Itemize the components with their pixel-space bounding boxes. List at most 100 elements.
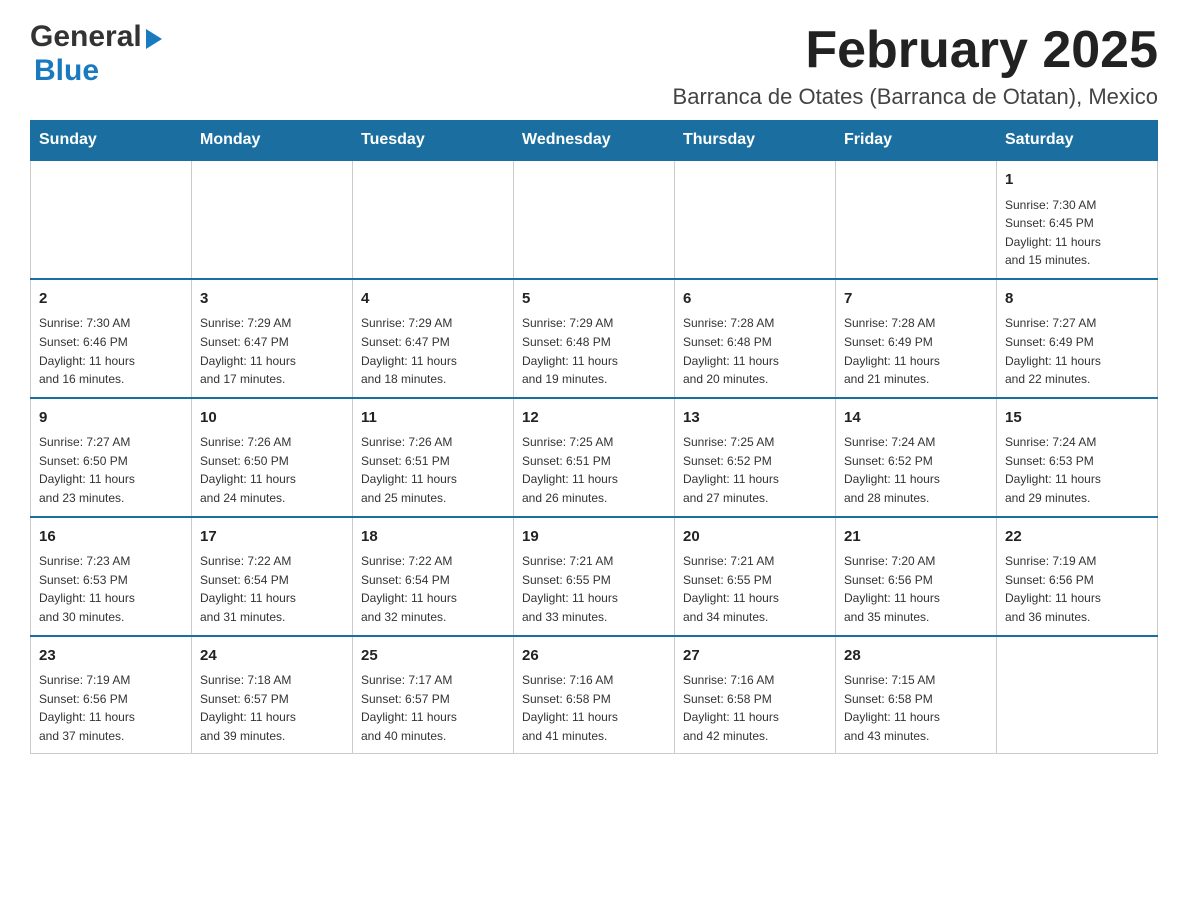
calendar-day-cell: 15 Sunrise: 7:24 AMSunset: 6:53 PMDayligh… [997, 398, 1158, 517]
calendar-day-cell [353, 160, 514, 279]
calendar-day-cell [192, 160, 353, 279]
calendar-day-cell: 13 Sunrise: 7:25 AMSunset: 6:52 PMDayligh… [675, 398, 836, 517]
calendar-day-cell: 24 Sunrise: 7:18 AMSunset: 6:57 PMDayligh… [192, 636, 353, 754]
day-number: 17 [200, 526, 344, 549]
day-info: Sunrise: 7:25 AMSunset: 6:51 PMDaylight:… [522, 433, 666, 507]
location-title: Barranca de Otates (Barranca de Otatan),… [673, 84, 1158, 110]
day-info: Sunrise: 7:19 AMSunset: 6:56 PMDaylight:… [39, 671, 183, 745]
month-title: February 2025 [673, 20, 1158, 80]
day-info: Sunrise: 7:17 AMSunset: 6:57 PMDaylight:… [361, 671, 505, 745]
calendar-week-row: 1Sunrise: 7:30 AMSunset: 6:45 PMDaylight… [31, 160, 1158, 279]
day-info: Sunrise: 7:16 AMSunset: 6:58 PMDaylight:… [683, 671, 827, 745]
day-info: Sunrise: 7:22 AMSunset: 6:54 PMDaylight:… [200, 552, 344, 626]
day-info: Sunrise: 7:28 AMSunset: 6:49 PMDaylight:… [844, 314, 988, 388]
day-info: Sunrise: 7:24 AMSunset: 6:53 PMDaylight:… [1005, 433, 1149, 507]
day-info: Sunrise: 7:21 AMSunset: 6:55 PMDaylight:… [683, 552, 827, 626]
day-info: Sunrise: 7:20 AMSunset: 6:56 PMDaylight:… [844, 552, 988, 626]
day-number: 7 [844, 288, 988, 311]
day-info: Sunrise: 7:23 AMSunset: 6:53 PMDaylight:… [39, 552, 183, 626]
calendar-day-cell: 19Sunrise: 7:21 AMSunset: 6:55 PMDayligh… [514, 517, 675, 636]
day-info: Sunrise: 7:27 AMSunset: 6:49 PMDaylight:… [1005, 314, 1149, 388]
day-info: Sunrise: 7:19 AMSunset: 6:56 PMDaylight:… [1005, 552, 1149, 626]
day-info: Sunrise: 7:30 AMSunset: 6:45 PMDaylight:… [1005, 196, 1149, 270]
day-number: 5 [522, 288, 666, 311]
day-info: Sunrise: 7:29 AMSunset: 6:47 PMDaylight:… [200, 314, 344, 388]
calendar-day-cell: 18 Sunrise: 7:22 AMSunset: 6:54 PMDayligh… [353, 517, 514, 636]
day-info: Sunrise: 7:25 AMSunset: 6:52 PMDaylight:… [683, 433, 827, 507]
calendar-week-row: 16 Sunrise: 7:23 AMSunset: 6:53 PMDayligh… [31, 517, 1158, 636]
calendar-day-cell: 21Sunrise: 7:20 AMSunset: 6:56 PMDayligh… [836, 517, 997, 636]
day-number: 27 [683, 645, 827, 668]
day-number: 23 [39, 645, 183, 668]
calendar-header: SundayMondayTuesdayWednesdayThursdayFrid… [31, 121, 1158, 161]
calendar-day-cell: 27 Sunrise: 7:16 AMSunset: 6:58 PMDayligh… [675, 636, 836, 754]
calendar-day-cell: 10 Sunrise: 7:26 AMSunset: 6:50 PMDayligh… [192, 398, 353, 517]
calendar-table: SundayMondayTuesdayWednesdayThursdayFrid… [30, 120, 1158, 754]
day-info: Sunrise: 7:26 AMSunset: 6:50 PMDaylight:… [200, 433, 344, 507]
calendar-week-row: 9 Sunrise: 7:27 AMSunset: 6:50 PMDaylight… [31, 398, 1158, 517]
calendar-day-cell: 8 Sunrise: 7:27 AMSunset: 6:49 PMDaylight… [997, 279, 1158, 398]
calendar-day-cell [836, 160, 997, 279]
day-number: 3 [200, 288, 344, 311]
day-number: 8 [1005, 288, 1149, 311]
day-number: 28 [844, 645, 988, 668]
day-info: Sunrise: 7:27 AMSunset: 6:50 PMDaylight:… [39, 433, 183, 507]
calendar-week-row: 2Sunrise: 7:30 AMSunset: 6:46 PMDaylight… [31, 279, 1158, 398]
calendar-day-cell: 26 Sunrise: 7:16 AMSunset: 6:58 PMDayligh… [514, 636, 675, 754]
calendar-day-cell: 14 Sunrise: 7:24 AMSunset: 6:52 PMDayligh… [836, 398, 997, 517]
calendar-day-cell [31, 160, 192, 279]
day-info: Sunrise: 7:28 AMSunset: 6:48 PMDaylight:… [683, 314, 827, 388]
day-of-week-header: Saturday [997, 121, 1158, 161]
logo-blue-text: Blue [34, 54, 162, 88]
day-of-week-header: Thursday [675, 121, 836, 161]
day-number: 26 [522, 645, 666, 668]
day-number: 24 [200, 645, 344, 668]
day-info: Sunrise: 7:16 AMSunset: 6:58 PMDaylight:… [522, 671, 666, 745]
day-info: Sunrise: 7:18 AMSunset: 6:57 PMDaylight:… [200, 671, 344, 745]
day-info: Sunrise: 7:30 AMSunset: 6:46 PMDaylight:… [39, 314, 183, 388]
calendar-day-cell: 23 Sunrise: 7:19 AMSunset: 6:56 PMDayligh… [31, 636, 192, 754]
calendar-day-cell: 2Sunrise: 7:30 AMSunset: 6:46 PMDaylight… [31, 279, 192, 398]
day-of-week-header: Monday [192, 121, 353, 161]
calendar-day-cell: 11 Sunrise: 7:26 AMSunset: 6:51 PMDayligh… [353, 398, 514, 517]
logo-triangle-icon [146, 29, 162, 49]
day-number: 13 [683, 407, 827, 430]
day-number: 22 [1005, 526, 1149, 549]
day-info: Sunrise: 7:26 AMSunset: 6:51 PMDaylight:… [361, 433, 505, 507]
calendar-day-cell: 9 Sunrise: 7:27 AMSunset: 6:50 PMDaylight… [31, 398, 192, 517]
calendar-header-row: SundayMondayTuesdayWednesdayThursdayFrid… [31, 121, 1158, 161]
day-info: Sunrise: 7:24 AMSunset: 6:52 PMDaylight:… [844, 433, 988, 507]
title-section: February 2025 Barranca de Otates (Barran… [673, 20, 1158, 110]
day-info: Sunrise: 7:15 AMSunset: 6:58 PMDaylight:… [844, 671, 988, 745]
day-number: 15 [1005, 407, 1149, 430]
day-number: 4 [361, 288, 505, 311]
calendar-day-cell: 6 Sunrise: 7:28 AMSunset: 6:48 PMDaylight… [675, 279, 836, 398]
day-info: Sunrise: 7:29 AMSunset: 6:48 PMDaylight:… [522, 314, 666, 388]
calendar-day-cell: 3 Sunrise: 7:29 AMSunset: 6:47 PMDaylight… [192, 279, 353, 398]
day-info: Sunrise: 7:29 AMSunset: 6:47 PMDaylight:… [361, 314, 505, 388]
calendar-day-cell: 5 Sunrise: 7:29 AMSunset: 6:48 PMDaylight… [514, 279, 675, 398]
day-number: 25 [361, 645, 505, 668]
day-number: 9 [39, 407, 183, 430]
day-number: 11 [361, 407, 505, 430]
day-of-week-header: Sunday [31, 121, 192, 161]
calendar-day-cell [675, 160, 836, 279]
day-number: 10 [200, 407, 344, 430]
calendar-day-cell: 17 Sunrise: 7:22 AMSunset: 6:54 PMDayligh… [192, 517, 353, 636]
calendar-day-cell [997, 636, 1158, 754]
day-of-week-header: Tuesday [353, 121, 514, 161]
day-number: 19 [522, 526, 666, 549]
page-header: General Blue February 2025 Barranca de O… [30, 20, 1158, 110]
calendar-week-row: 23 Sunrise: 7:19 AMSunset: 6:56 PMDayligh… [31, 636, 1158, 754]
day-number: 14 [844, 407, 988, 430]
day-info: Sunrise: 7:22 AMSunset: 6:54 PMDaylight:… [361, 552, 505, 626]
day-of-week-header: Wednesday [514, 121, 675, 161]
day-number: 6 [683, 288, 827, 311]
day-number: 16 [39, 526, 183, 549]
day-number: 12 [522, 407, 666, 430]
calendar-day-cell: 12 Sunrise: 7:25 AMSunset: 6:51 PMDayligh… [514, 398, 675, 517]
day-number: 20 [683, 526, 827, 549]
calendar-day-cell: 22 Sunrise: 7:19 AMSunset: 6:56 PMDayligh… [997, 517, 1158, 636]
day-number: 18 [361, 526, 505, 549]
calendar-day-cell: 7 Sunrise: 7:28 AMSunset: 6:49 PMDaylight… [836, 279, 997, 398]
